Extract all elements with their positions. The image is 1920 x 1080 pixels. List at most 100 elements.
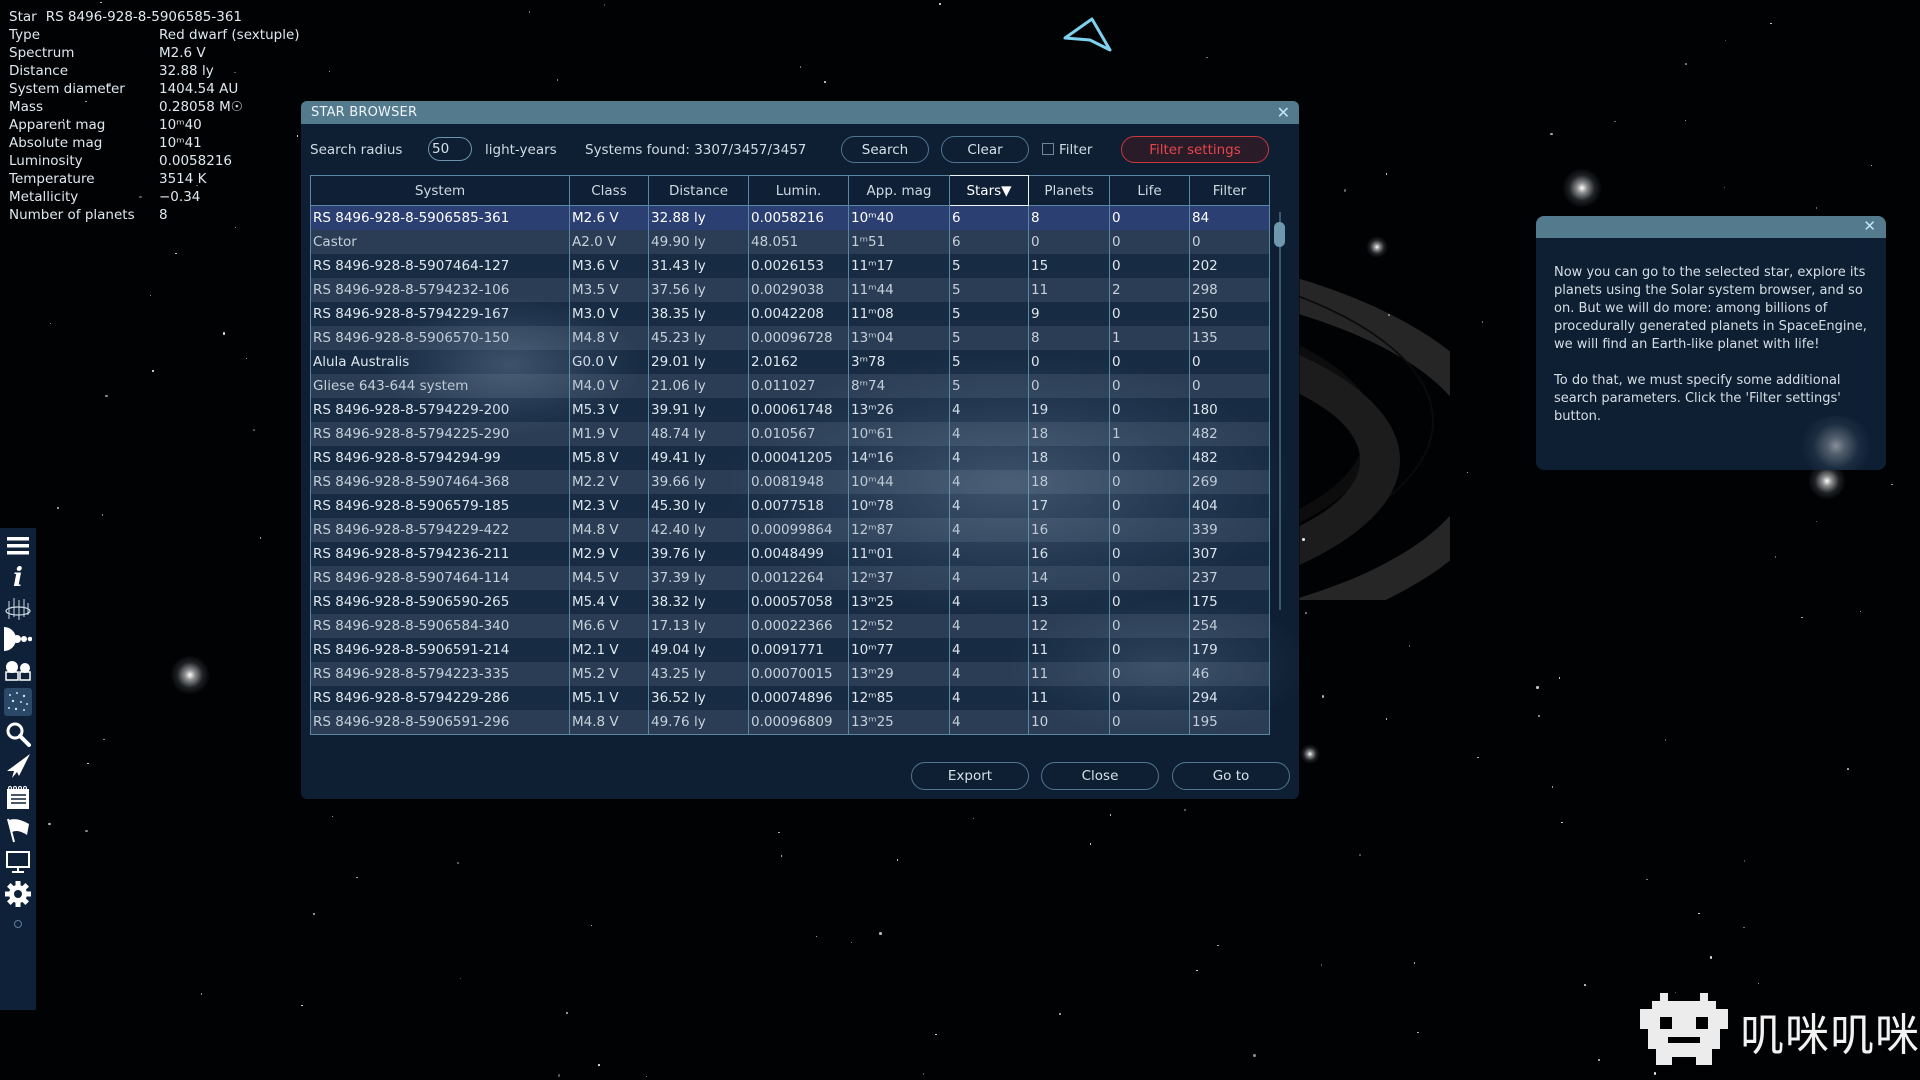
search-radius-input[interactable]: [428, 137, 472, 161]
table-row[interactable]: RS 8496-928-8-5794223-335 M5.2 V 43.25 ly 0…: [310, 662, 1270, 686]
background-star: [253, 429, 255, 431]
background-star: [1801, 616, 1803, 619]
background-star: [1537, 714, 1541, 718]
column-header-filter[interactable]: Filter: [1189, 175, 1270, 206]
background-star: [459, 977, 462, 980]
flag-icon[interactable]: [4, 816, 32, 844]
table-row[interactable]: RS 8496-928-8-5794294-99 M5.8 V 49.41 ly 0.…: [310, 446, 1270, 470]
cell-distance: 21.06 ly: [648, 374, 749, 398]
table-scrollbar-thumb[interactable]: [1274, 222, 1285, 247]
cell-distance: 49.04 ly: [648, 638, 749, 662]
background-star: [1536, 686, 1539, 689]
cell-filter: 0: [1189, 350, 1270, 374]
cell-distance: 48.74 ly: [648, 422, 749, 446]
cell-system: RS 8496-928-8-5906591-296: [310, 710, 570, 735]
table-row[interactable]: RS 8496-928-8-5794225-290 M1.9 V 48.74 ly 0…: [310, 422, 1270, 446]
column-header-distance[interactable]: Distance: [648, 175, 749, 206]
cell-app-mag: 8ᵐ74: [848, 374, 950, 398]
table-row[interactable]: Alula Australis G0.0 V 29.01 ly 2.0162 3ᵐ78 5…: [310, 350, 1270, 374]
filter-checkbox[interactable]: [1042, 143, 1054, 155]
observatory-icon[interactable]: [4, 656, 32, 684]
hint-title-bar[interactable]: ✕: [1536, 216, 1886, 238]
background-star: [1321, 695, 1325, 698]
clear-button[interactable]: Clear: [941, 136, 1029, 163]
cell-app-mag: 11ᵐ17: [848, 254, 950, 278]
star-info-value: 8: [159, 207, 168, 223]
background-star: [815, 935, 818, 938]
table-row[interactable]: RS 8496-928-8-5907464-114 M4.5 V 37.39 ly 0…: [310, 566, 1270, 590]
cell-planets: 14: [1028, 566, 1110, 590]
column-header-planets[interactable]: Planets: [1028, 175, 1110, 206]
cell-planets: 18: [1028, 422, 1110, 446]
cell-app-mag: 10ᵐ61: [848, 422, 950, 446]
info-icon[interactable]: i: [4, 563, 32, 593]
table-row[interactable]: RS 8496-928-8-5906585-361 M2.6 V 32.88 ly 0…: [310, 205, 1270, 230]
display-icon[interactable]: [4, 848, 32, 876]
filter-settings-button[interactable]: Filter settings: [1121, 136, 1269, 163]
menu-icon[interactable]: [4, 532, 32, 560]
cell-app-mag: 10ᵐ44: [848, 470, 950, 494]
star-browser-icon[interactable]: [4, 688, 32, 716]
solar-system-icon[interactable]: [4, 625, 32, 653]
star-title-value: RS 8496-928-8-5906585-361: [45, 9, 243, 25]
background-star: [1709, 956, 1713, 959]
cell-planets: 18: [1028, 446, 1110, 470]
close-icon[interactable]: ✕: [1277, 103, 1290, 122]
notebook-icon[interactable]: [4, 784, 32, 812]
cell-class: M6.6 V: [569, 614, 649, 638]
table-row[interactable]: RS 8496-928-8-5794229-200 M5.3 V 39.91 ly 0…: [310, 398, 1270, 422]
table-row[interactable]: RS 8496-928-8-5794229-422 M4.8 V 42.40 ly 0…: [310, 518, 1270, 542]
table-row[interactable]: RS 8496-928-8-5906590-265 M5.4 V 38.32 ly 0…: [310, 590, 1270, 614]
column-header-stars[interactable]: Stars▼: [949, 175, 1029, 206]
table-row[interactable]: Castor A2.0 V 49.90 ly 48.051 1ᵐ51 6 0 0 0: [310, 230, 1270, 254]
table-row[interactable]: RS 8496-928-8-5906579-185 M2.3 V 45.30 ly 0…: [310, 494, 1270, 518]
table-row[interactable]: RS 8496-928-8-5906591-296 M4.8 V 49.76 ly 0…: [310, 710, 1270, 735]
table-row[interactable]: RS 8496-928-8-5906591-214 M2.1 V 49.04 ly 0…: [310, 638, 1270, 662]
background-star: [245, 357, 248, 360]
column-header-life[interactable]: Life: [1109, 175, 1190, 206]
background-star: [1770, 22, 1772, 25]
table-row[interactable]: RS 8496-928-8-5794232-106 M3.5 V 37.56 ly 0…: [310, 278, 1270, 302]
cell-filter: 180: [1189, 398, 1270, 422]
watermark: 叽咪叽咪: [1640, 993, 1920, 1069]
goto-button[interactable]: Go to: [1172, 762, 1290, 790]
bright-star: [170, 655, 210, 695]
table-scrollbar-track[interactable]: [1279, 212, 1281, 610]
table-row[interactable]: RS 8496-928-8-5907464-368 M2.2 V 39.66 ly 0…: [310, 470, 1270, 494]
column-header-class[interactable]: Class: [569, 175, 649, 206]
cell-filter: 0: [1189, 230, 1270, 254]
star-info-label: Absolute mag: [9, 135, 103, 151]
table-row[interactable]: RS 8496-928-8-5794229-286 M5.1 V 36.52 ly 0…: [310, 686, 1270, 710]
cell-distance: 37.39 ly: [648, 566, 749, 590]
column-header-system[interactable]: System: [310, 175, 570, 206]
table-row[interactable]: RS 8496-928-8-5906584-340 M6.6 V 17.13 ly 0…: [310, 614, 1270, 638]
dialog-title-bar[interactable]: STAR BROWSER ✕: [301, 101, 1299, 124]
table-row[interactable]: RS 8496-928-8-5794229-167 M3.0 V 38.35 ly 0…: [310, 302, 1270, 326]
cell-luminosity: 0.0081948: [748, 470, 849, 494]
cell-planets: 19: [1028, 398, 1110, 422]
background-star: [200, 993, 203, 995]
table-row[interactable]: Gliese 643-644 system M4.0 V 21.06 ly 0.011…: [310, 374, 1270, 398]
cell-class: M4.0 V: [569, 374, 649, 398]
table-row[interactable]: RS 8496-928-8-5794236-211 M2.9 V 39.76 ly 0…: [310, 542, 1270, 566]
cell-class: M2.2 V: [569, 470, 649, 494]
cell-luminosity: 0.0026153: [748, 254, 849, 278]
cell-luminosity: 0.0058216: [748, 205, 849, 230]
search-icon[interactable]: [4, 720, 32, 748]
table-row[interactable]: RS 8496-928-8-5906570-150 M4.8 V 45.23 ly 0…: [310, 326, 1270, 350]
star-info-value: 0.0058216: [159, 153, 233, 169]
column-header-app-mag[interactable]: App. mag: [848, 175, 950, 206]
column-header-luminosity[interactable]: Lumin.: [748, 175, 849, 206]
table-row[interactable]: RS 8496-928-8-5907464-127 M3.6 V 31.43 ly 0…: [310, 254, 1270, 278]
cell-app-mag: 1ᵐ51: [848, 230, 950, 254]
ship-icon[interactable]: [4, 752, 32, 780]
cell-luminosity: 0.00096809: [748, 710, 849, 735]
close-button[interactable]: Close: [1041, 762, 1159, 790]
background-star: [356, 876, 358, 879]
export-button[interactable]: Export: [911, 762, 1029, 790]
close-icon[interactable]: ✕: [1863, 217, 1876, 235]
galaxy-map-icon[interactable]: [4, 594, 32, 622]
search-button[interactable]: Search: [841, 136, 929, 163]
settings-icon[interactable]: [4, 880, 32, 908]
cell-planets: 8: [1028, 326, 1110, 350]
